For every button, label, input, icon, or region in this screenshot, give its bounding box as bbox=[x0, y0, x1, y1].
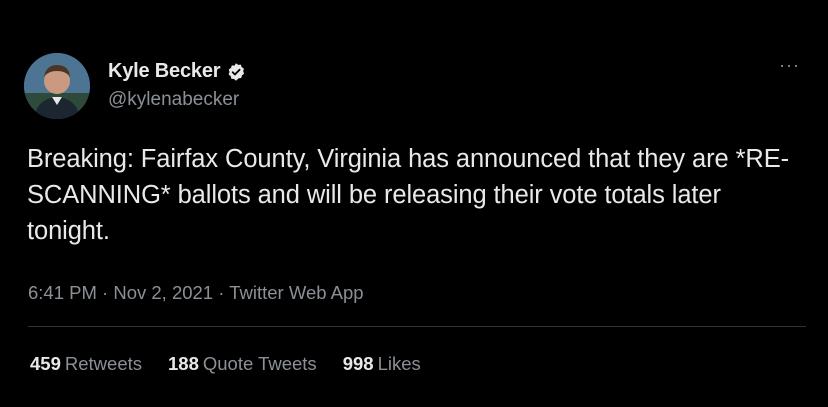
avatar[interactable] bbox=[24, 53, 90, 119]
avatar-image bbox=[24, 53, 90, 119]
tweet-card: Kyle Becker @kylenabecker ··· Breaking: … bbox=[0, 0, 828, 407]
author-handle[interactable]: @kylenabecker bbox=[108, 89, 246, 111]
quote-tweets-count: 188 bbox=[168, 353, 199, 374]
author-name[interactable]: Kyle Becker bbox=[108, 60, 221, 83]
quote-tweets-label: Quote Tweets bbox=[202, 353, 317, 374]
quote-tweets-stat[interactable]: 188 Quote Tweets bbox=[168, 353, 317, 375]
retweets-stat[interactable]: 459 Retweets bbox=[30, 353, 142, 375]
tweet-text: Breaking: Fairfax County, Virginia has a… bbox=[27, 145, 790, 245]
likes-label: Likes bbox=[377, 353, 421, 374]
verified-badge-icon bbox=[226, 62, 246, 82]
more-options-icon[interactable]: ··· bbox=[779, 56, 800, 74]
retweets-label: Retweets bbox=[64, 353, 142, 374]
likes-count: 998 bbox=[342, 353, 374, 374]
likes-stat[interactable]: 998 Likes bbox=[343, 353, 421, 375]
author-block: Kyle Becker @kylenabecker bbox=[108, 60, 246, 111]
engagement-stats: 459 Retweets 188 Quote Tweets 998 Likes bbox=[30, 353, 421, 375]
retweets-count: 459 bbox=[30, 353, 61, 374]
divider bbox=[28, 326, 806, 327]
tweet-timestamp[interactable]: 6:41 PM · Nov 2, 2021 · Twitter Web App bbox=[28, 282, 364, 304]
